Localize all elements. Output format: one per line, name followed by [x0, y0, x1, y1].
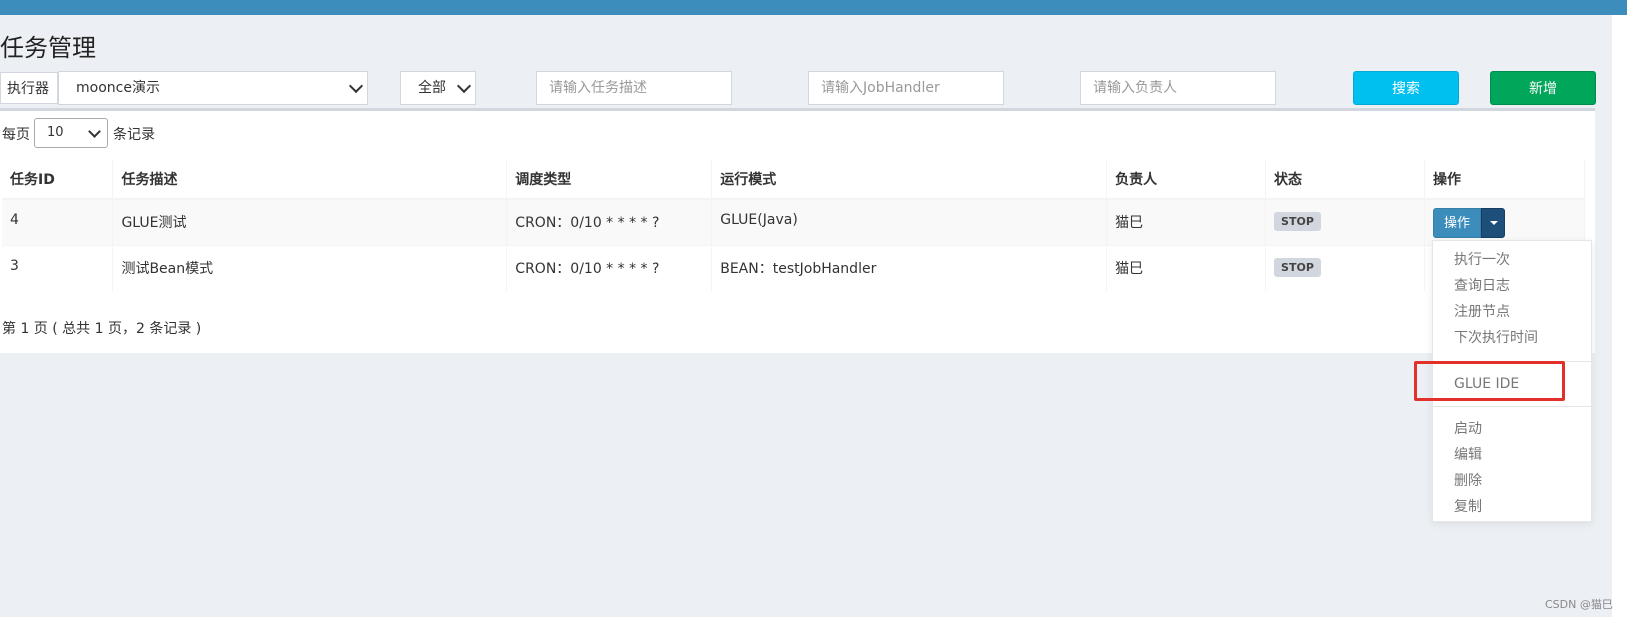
cell-schedule: CRON：0/10 * * * * ? — [506, 198, 713, 245]
col-header-mode[interactable]: 运行模式 — [711, 160, 1108, 200]
page-title: 任务管理 — [0, 34, 96, 62]
col-header-ops: 操作 — [1424, 160, 1585, 200]
cell-id: 3 — [2, 244, 114, 291]
menu-item-copy[interactable]: 复制 — [1454, 497, 1482, 517]
executor-select-value: moonce演示 — [76, 80, 160, 96]
col-header-status[interactable]: 状态 — [1265, 160, 1425, 200]
cell-schedule: CRON：0/10 * * * * ? — [506, 244, 713, 291]
cell-ops: 操作 — [1424, 198, 1585, 245]
cell-mode: GLUE(Java) — [711, 198, 1108, 245]
cell-status: STOP — [1265, 244, 1425, 291]
col-header-schedule[interactable]: 调度类型 — [506, 160, 713, 200]
menu-divider — [1433, 406, 1591, 407]
op-dropdown-toggle[interactable] — [1481, 208, 1506, 238]
length-prefix: 每页 — [2, 127, 30, 143]
job-desc-input[interactable] — [536, 71, 732, 105]
status-badge: STOP — [1274, 257, 1321, 277]
col-header-id[interactable]: 任务ID — [2, 160, 114, 200]
status-select-value: 全部 — [418, 80, 446, 96]
cell-author: 猫巳 — [1106, 198, 1267, 245]
menu-item-edit[interactable]: 编辑 — [1454, 445, 1482, 465]
menu-item-registry-nodes[interactable]: 注册节点 — [1454, 302, 1510, 322]
executor-label: 执行器 — [0, 72, 58, 104]
page-length-value: 10 — [47, 125, 64, 140]
pagination-info: 第 1 页 ( 总共 1 页，2 条记录 ) — [2, 321, 202, 337]
caret-down-icon — [1490, 221, 1499, 225]
menu-item-trigger-once[interactable]: 执行一次 — [1454, 250, 1510, 270]
cell-desc: 测试Bean模式 — [112, 244, 508, 291]
search-button[interactable]: 搜索 — [1353, 71, 1459, 105]
op-button[interactable]: 操作 — [1433, 208, 1482, 238]
table-row: 3 测试Bean模式 CRON：0/10 * * * * ? BEAN：test… — [2, 244, 1585, 291]
glue-ide-highlight-box — [1414, 361, 1565, 401]
job-handler-input[interactable] — [808, 71, 1004, 105]
chevron-down-icon — [456, 78, 472, 94]
cell-id: 4 — [2, 198, 114, 245]
op-button-group: 操作 — [1433, 208, 1506, 238]
chevron-down-icon — [88, 125, 101, 138]
executor-select[interactable]: moonce演示 — [58, 71, 368, 105]
page-length-select[interactable]: 10 — [34, 118, 108, 148]
chevron-down-icon — [348, 78, 364, 94]
status-badge: STOP — [1274, 212, 1321, 231]
cell-status: STOP — [1265, 198, 1425, 245]
menu-item-delete[interactable]: 删除 — [1454, 471, 1482, 491]
menu-item-start[interactable]: 启动 — [1454, 419, 1482, 439]
add-job-button[interactable]: 新增 — [1490, 71, 1596, 105]
top-navbar — [0, 0, 1627, 15]
job-table: 任务ID 任务描述 调度类型 运行模式 负责人 状态 操作 4 GLUE测试 C… — [2, 160, 1585, 291]
col-header-desc[interactable]: 任务描述 — [112, 160, 508, 200]
right-edge-strip — [1612, 15, 1627, 617]
watermark: CSDN @猫巳 — [1545, 598, 1613, 611]
length-suffix: 条记录 — [113, 127, 155, 143]
cell-mode: BEAN：testJobHandler — [711, 244, 1108, 291]
author-input[interactable] — [1080, 71, 1276, 105]
cell-author: 猫巳 — [1106, 244, 1267, 291]
menu-item-query-log[interactable]: 查询日志 — [1454, 276, 1510, 296]
col-header-author[interactable]: 负责人 — [1106, 160, 1267, 200]
menu-item-next-trigger-time[interactable]: 下次执行时间 — [1454, 328, 1538, 348]
table-header-row: 任务ID 任务描述 调度类型 运行模式 负责人 状态 操作 — [2, 160, 1585, 200]
table-row: 4 GLUE测试 CRON：0/10 * * * * ? GLUE(Java) … — [2, 198, 1585, 245]
cell-desc: GLUE测试 — [112, 198, 508, 245]
status-select[interactable]: 全部 — [400, 71, 476, 105]
